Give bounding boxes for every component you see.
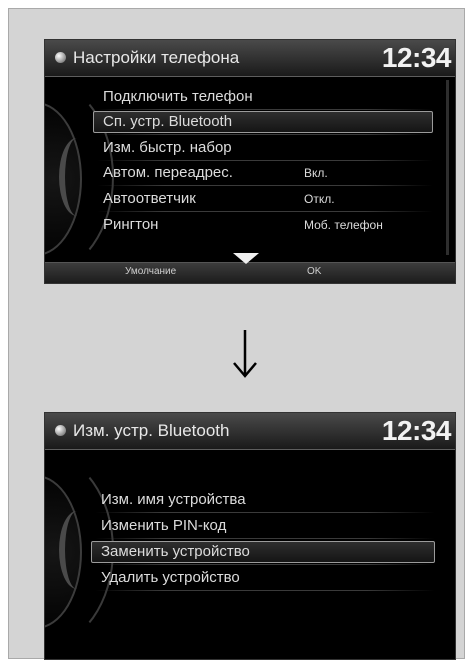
divider xyxy=(95,590,435,591)
menu-item-label: Изм. имя устройства xyxy=(101,491,246,508)
divider xyxy=(95,512,435,513)
chevron-down-icon[interactable] xyxy=(233,253,259,264)
down-arrow-icon xyxy=(231,330,259,378)
menu-item-speed-dial[interactable]: Изм. быстр. набор xyxy=(93,137,433,159)
divider xyxy=(95,538,435,539)
clock: 12:34 xyxy=(381,42,452,73)
menu-item-value: Моб. телефон xyxy=(304,218,383,232)
menu-item-rename-device[interactable]: Изм. имя устройства xyxy=(91,489,435,511)
screen-title: Изм. устр. Bluetooth xyxy=(73,421,230,440)
menu-item-bluetooth-devices[interactable]: Сп. устр. Bluetooth xyxy=(93,111,433,133)
scroll-track xyxy=(446,80,449,255)
menu-item-value: Откл. xyxy=(304,192,335,206)
bottom-bar: Умолчание OK xyxy=(45,253,455,283)
menu-item-value: Вкл. xyxy=(304,166,328,180)
menu-item-label: Автоответчик xyxy=(103,190,196,207)
divider xyxy=(97,211,433,212)
menu-item-label: Подключить телефон xyxy=(103,88,253,105)
divider xyxy=(97,185,433,186)
menu-item-label: Автом. переадрес. xyxy=(103,164,233,181)
illustration-frame: Настройки телефона 12:34 Подключить теле… xyxy=(8,8,465,660)
round-bullet-icon xyxy=(55,425,66,436)
menu-item-replace-device[interactable]: Заменить устройство xyxy=(91,541,435,563)
default-button[interactable]: Умолчание xyxy=(125,266,176,277)
screen-title: Настройки телефона xyxy=(73,48,240,67)
menu-item-label: Изм. быстр. набор xyxy=(103,139,232,156)
menu-item-label: Удалить устройство xyxy=(101,569,240,586)
menu-item-auto-answer[interactable]: Автоответчик Откл. xyxy=(93,188,433,210)
menu-item-auto-transfer[interactable]: Автом. переадрес. Вкл. xyxy=(93,162,433,184)
ok-button[interactable]: OK xyxy=(307,266,321,277)
menu-item-connect-phone[interactable]: Подключить телефон xyxy=(93,86,433,108)
menu-item-label: Рингтон xyxy=(103,216,159,233)
title-bar: Настройки телефона 12:34 xyxy=(45,40,455,77)
menu-item-label: Заменить устройство xyxy=(101,543,250,560)
divider xyxy=(97,160,433,161)
divider xyxy=(95,564,435,565)
phone-settings-screen: Настройки телефона 12:34 Подключить теле… xyxy=(44,39,456,284)
clock: 12:34 xyxy=(381,415,452,446)
divider xyxy=(97,109,433,110)
title-bar: Изм. устр. Bluetooth 12:34 xyxy=(45,413,455,450)
menu-item-delete-device[interactable]: Удалить устройство xyxy=(91,567,435,589)
bluetooth-edit-screen: Изм. устр. Bluetooth 12:34 Изм. имя устр… xyxy=(44,412,456,660)
menu-item-label: Сп. устр. Bluetooth xyxy=(103,113,233,130)
round-bullet-icon xyxy=(55,52,66,63)
menu-item-label: Изменить PIN-код xyxy=(101,517,227,534)
menu-item-ringtone[interactable]: Рингтон Моб. телефон xyxy=(93,214,433,236)
divider xyxy=(97,134,433,135)
menu-item-change-pin[interactable]: Изменить PIN-код xyxy=(91,515,435,537)
